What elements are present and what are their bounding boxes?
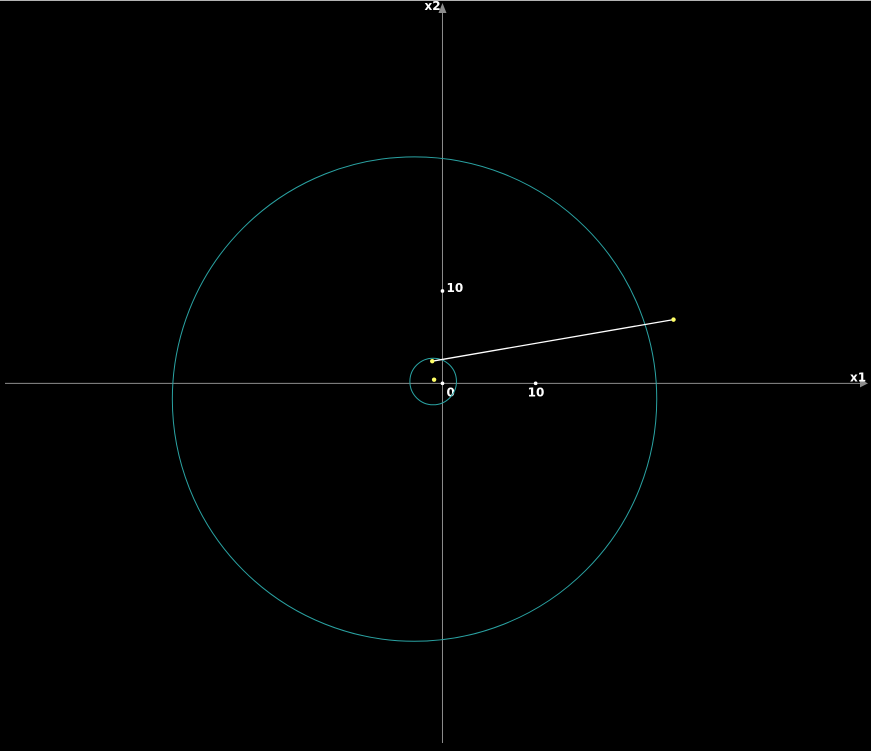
segment-end	[671, 317, 676, 322]
inner-point	[431, 377, 437, 382]
y-tick-point	[440, 289, 445, 293]
y-axis-label: x2	[424, 0, 440, 13]
y-tick-label: 10	[446, 281, 463, 295]
origin-point	[440, 381, 445, 386]
plot-background	[0, 0, 871, 751]
segment-start	[430, 358, 435, 364]
x-axis-label: x1	[850, 370, 866, 384]
plot-canvas: x1 x2 10 10 0	[0, 0, 871, 751]
x-tick-label: 10	[528, 385, 545, 399]
